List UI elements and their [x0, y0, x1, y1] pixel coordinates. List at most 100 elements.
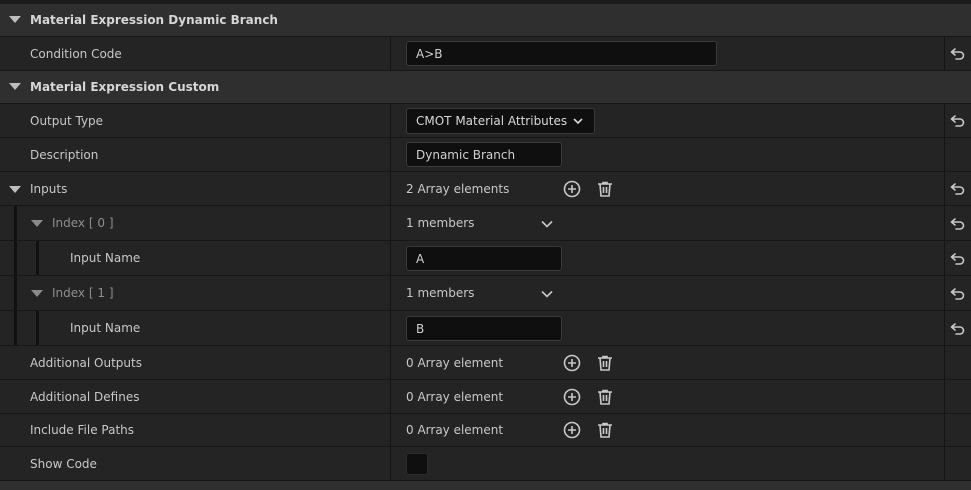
reset-to-default-button[interactable] — [944, 241, 971, 275]
triangle-down-icon[interactable] — [31, 290, 43, 297]
input-name-field[interactable]: A — [406, 246, 562, 271]
array-item-row: Index [ 1 ] 1 members — [0, 276, 971, 311]
triangle-down-icon[interactable] — [9, 186, 21, 193]
indent-guide — [14, 276, 17, 310]
property-label: Inputs — [30, 181, 68, 196]
property-row-include-file-paths: Include File Paths 0 Array element — [0, 414, 971, 447]
column-divider — [390, 414, 391, 446]
column-divider — [944, 138, 945, 171]
property-row-condition-code: Condition Code A>B — [0, 37, 971, 71]
delete-all-button[interactable] — [595, 420, 615, 440]
column-divider — [390, 311, 391, 345]
property-row-additional-outputs: Additional Outputs 0 Array element — [0, 346, 971, 380]
property-row-show-code: Show Code — [0, 447, 971, 481]
trash-icon — [598, 355, 612, 371]
trash-icon — [598, 181, 612, 197]
chevron-down-icon[interactable] — [541, 220, 553, 228]
property-label: Additional Outputs — [30, 355, 142, 370]
column-divider — [390, 172, 391, 205]
output-type-dropdown[interactable]: CMOT Material Attributes — [406, 108, 595, 134]
triangle-down-icon[interactable] — [31, 220, 43, 227]
add-element-button[interactable] — [562, 387, 582, 407]
indent-guide — [14, 311, 17, 345]
add-circle-icon — [563, 180, 581, 198]
reset-arrow-icon — [950, 252, 965, 265]
reset-to-default-button[interactable] — [944, 37, 971, 70]
column-divider — [390, 37, 391, 70]
delete-all-button[interactable] — [595, 387, 615, 407]
output-type-value: CMOT Material Attributes — [416, 114, 568, 128]
property-label: Include File Paths — [30, 423, 135, 437]
property-label: Input Name — [70, 251, 141, 265]
column-divider — [390, 380, 391, 413]
triangle-down-icon[interactable] — [9, 83, 21, 90]
property-label: Description — [30, 147, 99, 162]
reset-to-default-button[interactable] — [944, 172, 971, 205]
bottom-strip — [0, 481, 971, 490]
column-divider — [944, 447, 945, 480]
column-divider — [944, 414, 945, 446]
section-title: Material Expression Custom — [30, 80, 220, 94]
property-label: Show Code — [30, 456, 97, 471]
description-input[interactable]: Dynamic Branch — [406, 142, 562, 167]
array-count: 0 Array element — [406, 423, 504, 437]
add-element-button[interactable] — [562, 179, 582, 199]
column-divider — [944, 346, 945, 379]
members-count: 1 members — [406, 286, 475, 300]
property-label: Input Name — [70, 321, 141, 335]
property-label: Output Type — [30, 113, 104, 128]
array-count: 2 Array elements — [406, 181, 510, 196]
indent-guide — [14, 241, 17, 275]
add-element-button[interactable] — [562, 353, 582, 373]
reset-arrow-icon — [950, 115, 965, 127]
indent-guide — [36, 311, 39, 345]
section-title: Material Expression Dynamic Branch — [30, 13, 278, 27]
property-label: Additional Defines — [30, 389, 140, 404]
column-divider — [944, 380, 945, 413]
reset-to-default-button[interactable] — [944, 276, 971, 310]
property-row-additional-defines: Additional Defines 0 Array element — [0, 380, 971, 414]
reset-to-default-button[interactable] — [944, 311, 971, 345]
index-label: Index [ 0 ] — [52, 216, 114, 230]
column-divider — [390, 276, 391, 310]
reset-arrow-icon — [950, 48, 965, 60]
reset-arrow-icon — [950, 217, 965, 230]
add-circle-icon — [563, 388, 581, 406]
column-divider — [390, 447, 391, 480]
delete-all-button[interactable] — [595, 353, 615, 373]
indent-guide — [36, 241, 39, 275]
delete-all-button[interactable] — [595, 179, 615, 199]
chevron-down-icon — [573, 118, 583, 125]
triangle-down-icon[interactable] — [9, 16, 21, 23]
add-element-button[interactable] — [562, 420, 582, 440]
reset-arrow-icon — [950, 322, 965, 335]
reset-to-default-button[interactable] — [944, 104, 971, 137]
condition-code-input[interactable]: A>B — [406, 41, 717, 66]
column-divider — [390, 206, 391, 240]
array-count: 0 Array element — [406, 389, 504, 404]
show-code-checkbox[interactable] — [406, 453, 428, 475]
array-item-row: Index [ 0 ] 1 members — [0, 206, 971, 241]
property-row-input-name: Input Name B — [0, 311, 971, 346]
reset-arrow-icon — [950, 183, 965, 195]
property-row-inputs: Inputs 2 Array elements — [0, 172, 971, 206]
section-header-custom[interactable]: Material Expression Custom — [0, 71, 971, 104]
array-count: 0 Array element — [406, 355, 504, 370]
input-name-field[interactable]: B — [406, 316, 562, 341]
trash-icon — [598, 389, 612, 405]
chevron-down-icon[interactable] — [541, 290, 553, 298]
index-label: Index [ 1 ] — [52, 286, 114, 300]
section-header-dynamic-branch[interactable]: Material Expression Dynamic Branch — [0, 4, 971, 37]
column-divider — [390, 138, 391, 171]
column-divider — [390, 104, 391, 137]
trash-icon — [598, 422, 612, 438]
indent-guide — [14, 206, 17, 240]
property-row-output-type: Output Type CMOT Material Attributes — [0, 104, 971, 138]
reset-to-default-button[interactable] — [944, 206, 971, 240]
reset-arrow-icon — [950, 287, 965, 300]
property-row-description: Description Dynamic Branch — [0, 138, 971, 172]
property-row-input-name: Input Name A — [0, 241, 971, 276]
column-divider — [390, 346, 391, 379]
add-circle-icon — [563, 421, 581, 439]
add-circle-icon — [563, 354, 581, 372]
